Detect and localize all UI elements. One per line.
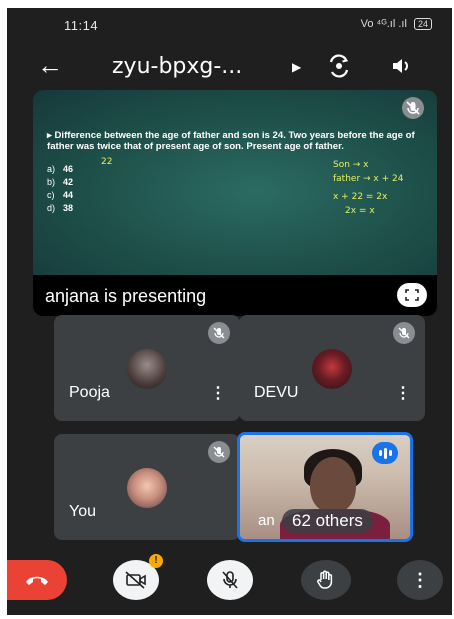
presentation-tile[interactable]: ▸ Difference between the age of father a… (33, 90, 437, 316)
caret-right-icon[interactable]: ▶ (292, 60, 301, 74)
warning-badge: ! (149, 554, 163, 568)
option-b: b) 42 (47, 177, 74, 187)
mic-off-icon (222, 571, 238, 589)
switch-camera-icon[interactable] (327, 54, 351, 83)
end-call-button[interactable] (7, 560, 67, 600)
option-c: c) 44 (47, 190, 74, 200)
meeting-title[interactable]: zyu-bpxg-... (112, 54, 242, 79)
meet-screen: 11:14 Vo ⁴ᴳ.ıl .ıl 24 ← zyu-bpxg-... ▶ ▸… (7, 8, 452, 615)
call-controls: ! ⋮ (7, 554, 452, 608)
options-list: a) 46 b) 42 c) 44 d) 38 (47, 163, 73, 215)
camera-toggle-button[interactable]: ! (113, 554, 163, 600)
participant-name: You (69, 503, 96, 520)
participant-name: DEVU (254, 384, 299, 401)
meeting-header: ← zyu-bpxg-... ▶ (7, 44, 452, 90)
status-time: 11:14 (64, 18, 99, 33)
presenter-label: anjana is presenting (45, 286, 207, 306)
participant-name: Pooja (69, 384, 110, 401)
status-bar: 11:14 Vo ⁴ᴳ.ıl .ıl 24 (7, 8, 452, 42)
more-options-icon[interactable]: ⋮ (210, 383, 226, 403)
mic-off-icon (208, 441, 230, 463)
raise-hand-button[interactable] (301, 560, 351, 600)
fullscreen-button[interactable] (397, 283, 427, 307)
participant-tile-devu[interactable]: DEVU ⋮ (239, 315, 425, 421)
participant-tile-others[interactable]: an 62 others (237, 432, 413, 542)
person-face (310, 457, 356, 513)
handwriting-note: Son → x (333, 160, 369, 170)
battery-icon: 24 (413, 18, 432, 30)
hand-icon (317, 570, 333, 589)
participant-name: an (258, 512, 275, 529)
signal-text: Vo ⁴ᴳ.ıl .ıl (360, 18, 407, 30)
option-a: a) 46 (47, 164, 74, 174)
more-options-icon[interactable]: ⋮ (395, 383, 411, 403)
mic-off-icon (401, 96, 425, 125)
more-options-button[interactable]: ⋮ (397, 560, 443, 600)
avatar (127, 468, 167, 508)
others-count-chip[interactable]: 62 others (282, 509, 373, 533)
handwriting-note: x + 22 = 2x (333, 192, 388, 202)
mic-off-icon (393, 322, 415, 344)
mic-off-icon (208, 322, 230, 344)
handwriting-note: 22 (101, 157, 113, 167)
option-d: d) 38 (47, 203, 74, 213)
handwriting-note: father → x + 24 (333, 174, 404, 184)
participant-tile-pooja[interactable]: Pooja ⋮ (54, 315, 240, 421)
status-icons: Vo ⁴ᴳ.ıl .ıl 24 (361, 18, 432, 30)
shared-screen: ▸ Difference between the age of father a… (33, 90, 437, 275)
speaker-icon[interactable] (390, 55, 412, 82)
participant-tile-you[interactable]: You (54, 434, 240, 540)
phone-hangup-icon (26, 576, 48, 585)
avatar (312, 349, 352, 389)
back-arrow-icon[interactable]: ← (37, 52, 63, 78)
question-text: ▸ Difference between the age of father a… (47, 130, 415, 152)
avatar (127, 349, 167, 389)
camera-off-icon (125, 571, 146, 589)
mic-toggle-button[interactable] (207, 560, 253, 600)
fullscreen-icon (405, 289, 419, 301)
speaking-indicator-icon (372, 442, 398, 464)
handwriting-note: 2x = x (345, 206, 375, 216)
